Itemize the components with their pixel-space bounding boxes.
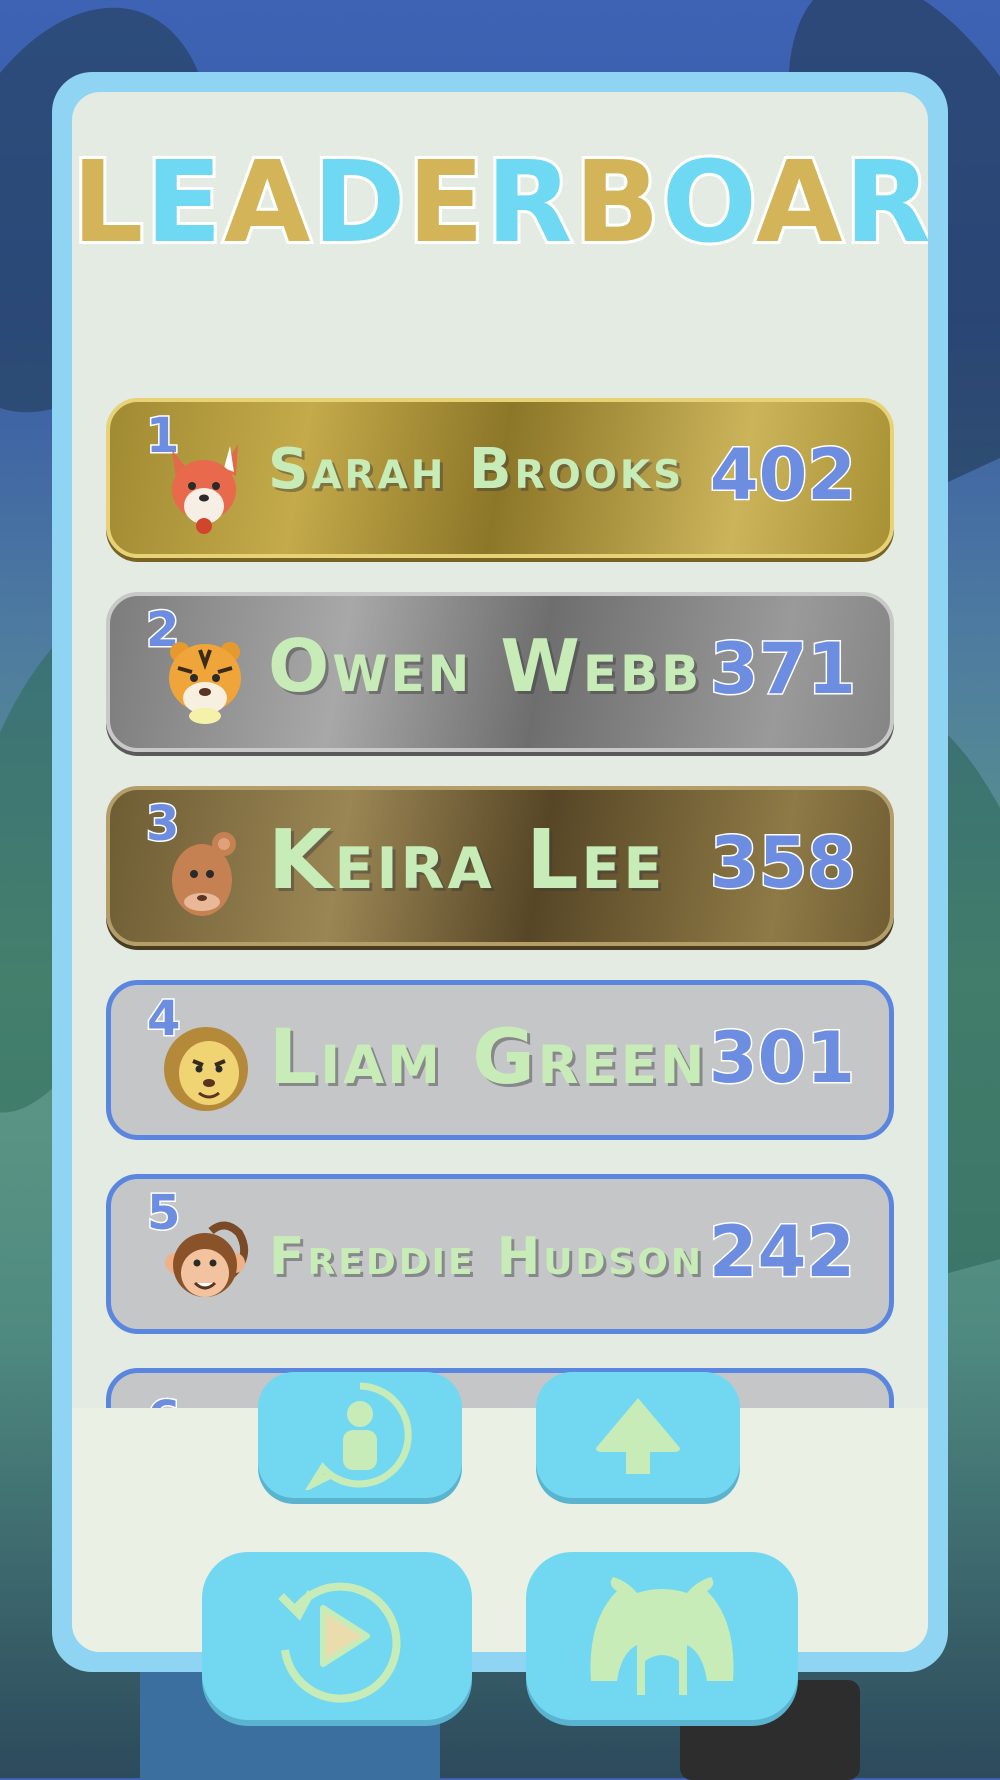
title-letter: O (659, 138, 757, 268)
arrow-up-icon (596, 1398, 680, 1474)
leaderboard-row: 6 (106, 1368, 894, 1408)
leaderboard-panel-inner: LEADERBOARD 1 Sarah Brooks 402 (72, 92, 928, 1652)
player-score: 242 (707, 1211, 856, 1293)
replay-icon (278, 1582, 401, 1703)
leaderboard-row: 4 Liam Green 301 (106, 980, 894, 1140)
leaderboard-row: 2 Owen Webb 371 (106, 592, 894, 752)
player-score: 358 (708, 822, 857, 904)
title-letter: D (310, 138, 409, 268)
title-letter: R (483, 138, 575, 268)
home-icon (590, 1577, 734, 1695)
player-name: Sarah Brooks (268, 437, 685, 502)
home-button[interactable] (526, 1552, 798, 1720)
leaderboard-row: 5 Freddie Hudson 242 (106, 1174, 894, 1334)
fox-icon (172, 444, 238, 534)
title-letter: B (571, 138, 662, 268)
bottom-area (72, 1408, 928, 1652)
leaderboard-list[interactable]: 1 Sarah Brooks 402 2 Owen Webb 371 3 Kei… (106, 292, 894, 1408)
leaderboard-panel: LEADERBOARD 1 Sarah Brooks 402 (52, 72, 948, 1672)
player-name: Owen Webb (268, 624, 703, 708)
rank-number: 6 (145, 1390, 181, 1409)
player-score: 301 (707, 1017, 856, 1099)
leaderboard-row: 3 Keira Lee 358 (106, 786, 894, 946)
lion-icon (164, 1027, 248, 1111)
player-score: 402 (708, 434, 857, 516)
scroll-up-button[interactable] (536, 1372, 740, 1498)
player-name: Liam Green (269, 1012, 708, 1101)
title-letter: A (221, 138, 314, 268)
player-score: 371 (708, 628, 857, 710)
tiger-icon (169, 642, 241, 724)
profile-icon (305, 1382, 412, 1490)
title-letter: L (72, 138, 146, 268)
title-letter: E (405, 138, 487, 268)
title-letter: A (753, 138, 846, 268)
bear-icon (172, 832, 236, 916)
replay-button[interactable] (202, 1552, 472, 1720)
title-letter: R (842, 138, 928, 268)
title-letter: E (142, 138, 224, 268)
leaderboard-row: 1 Sarah Brooks 402 (106, 398, 894, 558)
player-name: Keira Lee (268, 813, 666, 908)
profile-button[interactable] (258, 1372, 462, 1498)
leaderboard-title: LEADERBOARD (72, 144, 928, 262)
player-name: Freddie Hudson (269, 1227, 704, 1287)
monkey-icon (165, 1221, 249, 1297)
